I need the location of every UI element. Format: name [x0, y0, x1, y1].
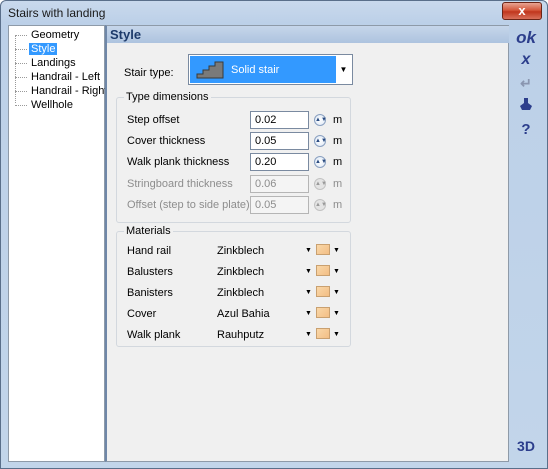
cover-thickness-label: Cover thickness	[127, 135, 206, 147]
material-swatch-icon[interactable]	[316, 244, 330, 255]
tree-item-label: Handrail - Left	[31, 71, 101, 83]
navigation-tree: Geometry Style Landings Handrail - Left …	[8, 25, 107, 462]
offset-step-to-side-plate-label: Offset (step to side plate)	[127, 199, 250, 211]
tree-item-label: Wellhole	[31, 99, 73, 111]
chevron-down-icon[interactable]: ▼	[333, 331, 340, 338]
walk-plank-material: Rauhputz	[217, 329, 265, 341]
hand-rail-label: Hand rail	[127, 245, 172, 257]
material-swatch-icon[interactable]	[316, 307, 330, 318]
cover-label: Cover	[127, 308, 157, 320]
balusters-label: Balusters	[127, 266, 173, 278]
spin-icon: ▲▼	[314, 178, 327, 190]
action-bar: ok x ↵ ? 3D	[510, 25, 543, 462]
chevron-down-icon[interactable]: ▼	[305, 247, 312, 254]
materials-group: Materials Hand rail Zinkblech ▼ ▼ Balust…	[116, 225, 351, 347]
tree-item-landings[interactable]: Landings	[15, 57, 78, 70]
style-panel: Style Stair type: Solid stair ▼ Type dim…	[105, 25, 509, 462]
tree-item-label: Style	[29, 43, 58, 55]
stringboard-thickness-label: Stringboard thickness	[127, 178, 233, 190]
step-offset-input[interactable]	[250, 111, 309, 129]
tree-item-handrail-right[interactable]: Handrail - Right	[15, 85, 109, 98]
3d-view-button[interactable]: 3D	[510, 438, 542, 454]
close-icon: x	[518, 3, 526, 18]
chevron-down-icon[interactable]: ▼	[333, 289, 340, 296]
walk-plank-thickness-input[interactable]	[250, 153, 309, 171]
stair-type-label: Stair type:	[124, 67, 174, 79]
spin-icon[interactable]: ▲▼	[314, 156, 327, 168]
chevron-down-icon[interactable]: ▼	[305, 331, 312, 338]
material-swatch-icon[interactable]	[316, 286, 330, 297]
tree-item-label: Geometry	[31, 29, 80, 41]
walk-plank-label: Walk plank	[127, 329, 181, 341]
unit-label: m	[333, 114, 343, 126]
pick-tool-icon	[520, 98, 532, 110]
stringboard-thickness-input	[250, 175, 309, 193]
pick-tool-button[interactable]	[510, 97, 542, 114]
unit-label: m	[333, 199, 343, 211]
stair-type-value: Solid stair	[231, 64, 280, 76]
chevron-down-icon[interactable]: ▼	[333, 268, 340, 275]
cover-material: Azul Bahia	[217, 308, 270, 320]
type-dimensions-group: Type dimensions Step offset ▲▼ m Cover t…	[116, 91, 351, 223]
help-button[interactable]: ?	[510, 121, 542, 138]
material-swatch-icon[interactable]	[316, 328, 330, 339]
cover-thickness-input[interactable]	[250, 132, 309, 150]
window-title: Stairs with landing	[8, 6, 106, 20]
title-bar[interactable]: Stairs with landing x	[1, 1, 547, 25]
panel-title: Style	[107, 26, 509, 43]
spin-icon[interactable]: ▲▼	[314, 135, 327, 147]
tree-item-wellhole[interactable]: Wellhole	[15, 99, 75, 112]
chevron-down-icon[interactable]: ▼	[333, 247, 340, 254]
tree-item-geometry[interactable]: Geometry	[15, 29, 81, 42]
spin-icon[interactable]: ▲▼	[314, 114, 327, 126]
unit-label: m	[333, 135, 343, 147]
stair-type-dropdown[interactable]: Solid stair ▼	[188, 54, 353, 85]
group-title: Materials	[124, 225, 173, 237]
solid-stair-icon	[196, 61, 224, 79]
group-title: Type dimensions	[124, 91, 211, 103]
walk-plank-thickness-label: Walk plank thickness	[127, 156, 230, 168]
tree-item-label: Handrail - Right	[31, 85, 108, 97]
tree-item-handrail-left[interactable]: Handrail - Left	[15, 71, 102, 84]
ok-button[interactable]: ok	[510, 28, 542, 48]
enter-icon[interactable]: ↵	[510, 75, 542, 92]
chevron-down-icon[interactable]: ▼	[305, 310, 312, 317]
chevron-down-icon[interactable]: ▼	[333, 310, 340, 317]
unit-label: m	[333, 178, 343, 190]
tree-item-label: Landings	[31, 57, 76, 69]
offset-step-to-side-plate-input	[250, 196, 309, 214]
banisters-label: Banisters	[127, 287, 173, 299]
dialog-window: Stairs with landing x Geometry Style Lan…	[0, 0, 548, 469]
chevron-down-icon[interactable]: ▼	[336, 56, 351, 83]
close-button[interactable]: x	[502, 2, 542, 20]
material-swatch-icon[interactable]	[316, 265, 330, 276]
step-offset-label: Step offset	[127, 114, 180, 126]
banisters-material: Zinkblech	[217, 287, 265, 299]
hand-rail-material: Zinkblech	[217, 245, 265, 257]
tree-item-style[interactable]: Style	[15, 43, 58, 56]
cancel-button[interactable]: x	[510, 51, 542, 69]
chevron-down-icon[interactable]: ▼	[305, 268, 312, 275]
stair-type-selected: Solid stair	[190, 56, 336, 83]
chevron-down-icon[interactable]: ▼	[305, 289, 312, 296]
spin-icon: ▲▼	[314, 199, 327, 211]
unit-label: m	[333, 156, 343, 168]
balusters-material: Zinkblech	[217, 266, 265, 278]
